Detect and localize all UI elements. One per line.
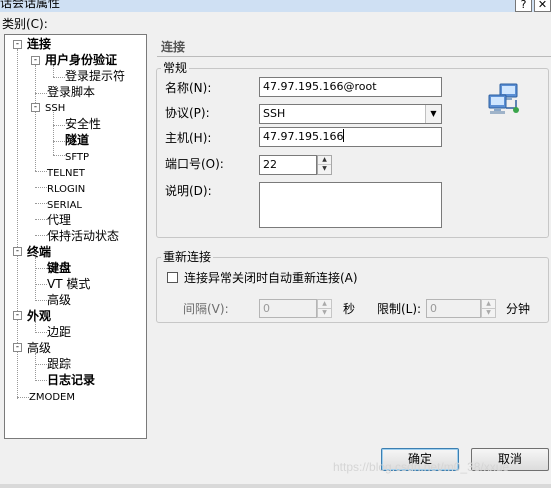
tree-item-keyboard[interactable]: 键盘: [47, 261, 71, 276]
spin-down-icon[interactable]: ▼: [318, 309, 331, 318]
spin-down-icon[interactable]: ▼: [482, 309, 495, 318]
port-input[interactable]: 22: [259, 155, 317, 175]
header-divider: [157, 56, 551, 57]
interval-input[interactable]: 0: [259, 299, 317, 318]
protocol-value: SSH: [263, 107, 286, 120]
tree-item-terminal[interactable]: 终端: [27, 245, 51, 260]
minutes-unit: 分钟: [506, 302, 531, 316]
host-label: 主机(H):: [165, 131, 212, 145]
spin-up-icon[interactable]: ▲: [482, 300, 495, 309]
spin-down-icon[interactable]: ▼: [318, 165, 331, 174]
expander-terminal[interactable]: -: [13, 247, 22, 256]
tree-item-login-prompt[interactable]: 登录提示符: [65, 69, 125, 84]
description-textarea[interactable]: [259, 182, 442, 228]
expander-appearance[interactable]: -: [13, 311, 22, 320]
help-button[interactable]: ?: [515, 0, 532, 12]
tree-item-appearance[interactable]: 外观: [27, 309, 51, 324]
seconds-unit: 秒: [343, 302, 356, 316]
tree-item-logging[interactable]: 日志记录: [47, 373, 95, 388]
name-input[interactable]: 47.97.195.166@root: [259, 77, 442, 97]
port-spinner[interactable]: ▲ ▼: [317, 155, 332, 175]
title-bar: 话会话属性 ? ✕: [0, 0, 551, 12]
host-input[interactable]: 47.97.195.166: [259, 127, 442, 147]
tree-item-connection[interactable]: 连接: [27, 37, 51, 52]
window-title: 话会话属性: [0, 0, 61, 10]
window-bottom-edge: [0, 484, 551, 488]
limit-label: 限制(L):: [377, 302, 422, 316]
protocol-select[interactable]: SSH ▼: [259, 104, 442, 124]
chevron-down-icon[interactable]: ▼: [425, 105, 441, 123]
reconnect-group-legend: 重新连接: [161, 250, 214, 264]
tree-item-advanced[interactable]: 高级: [27, 341, 51, 356]
description-label: 说明(D):: [165, 184, 212, 198]
tree-item-vt-mode[interactable]: VT 模式: [47, 277, 90, 292]
general-group-legend: 常规: [161, 61, 190, 75]
reconnect-checkbox[interactable]: [167, 272, 178, 283]
tree-item-ssh[interactable]: SSH: [45, 101, 65, 116]
panel-title: 连接: [161, 40, 186, 54]
tree-item-telnet[interactable]: TELNET: [47, 166, 85, 181]
expander-advanced[interactable]: -: [13, 343, 22, 352]
tree-item-margins[interactable]: 边距: [47, 325, 71, 340]
spin-up-icon[interactable]: ▲: [318, 300, 331, 309]
category-tree[interactable]: - - - - - - 连接 用户身份验证 登录提示符 登录脚本 SSH 安全性…: [4, 34, 147, 439]
watermark: https://blog.csdn.net/m0_38/xxue: [333, 460, 510, 474]
close-button[interactable]: ✕: [534, 0, 551, 12]
tree-item-security[interactable]: 安全性: [65, 117, 101, 132]
tree-item-zmodem[interactable]: ZMODEM: [29, 390, 75, 405]
interval-spinner[interactable]: ▲ ▼: [317, 299, 332, 318]
tree-item-tracking[interactable]: 跟踪: [47, 357, 71, 372]
category-label: 类别(C):: [2, 17, 48, 31]
expander-auth[interactable]: -: [31, 56, 40, 65]
network-computers-icon: [486, 82, 522, 118]
interval-label: 间隔(V):: [183, 302, 229, 316]
tree-item-terminal-advanced[interactable]: 高级: [47, 293, 71, 308]
expander-ssh[interactable]: -: [31, 103, 40, 112]
tree-item-rlogin[interactable]: RLOGIN: [47, 182, 85, 197]
tree-item-serial[interactable]: SERIAL: [47, 198, 82, 213]
port-label: 端口号(O):: [165, 157, 224, 171]
tree-item-proxy[interactable]: 代理: [47, 213, 71, 228]
host-value: 47.97.195.166: [263, 130, 344, 143]
tree-item-sftp[interactable]: SFTP: [65, 150, 89, 165]
expander-connection[interactable]: -: [13, 40, 22, 49]
text-caret: [343, 129, 345, 142]
limit-input[interactable]: 0: [426, 299, 481, 318]
limit-spinner[interactable]: ▲ ▼: [481, 299, 496, 318]
name-label: 名称(N):: [165, 81, 212, 95]
protocol-label: 协议(P):: [165, 106, 210, 120]
tree-item-auth[interactable]: 用户身份验证: [45, 53, 117, 68]
reconnect-checkbox-label[interactable]: 连接异常关闭时自动重新连接(A): [184, 271, 358, 285]
tree-item-login-script[interactable]: 登录脚本: [47, 85, 95, 100]
tree-item-keepalive[interactable]: 保持活动状态: [47, 229, 119, 244]
spin-up-icon[interactable]: ▲: [318, 156, 331, 165]
tree-item-tunnel[interactable]: 隧道: [65, 133, 89, 148]
